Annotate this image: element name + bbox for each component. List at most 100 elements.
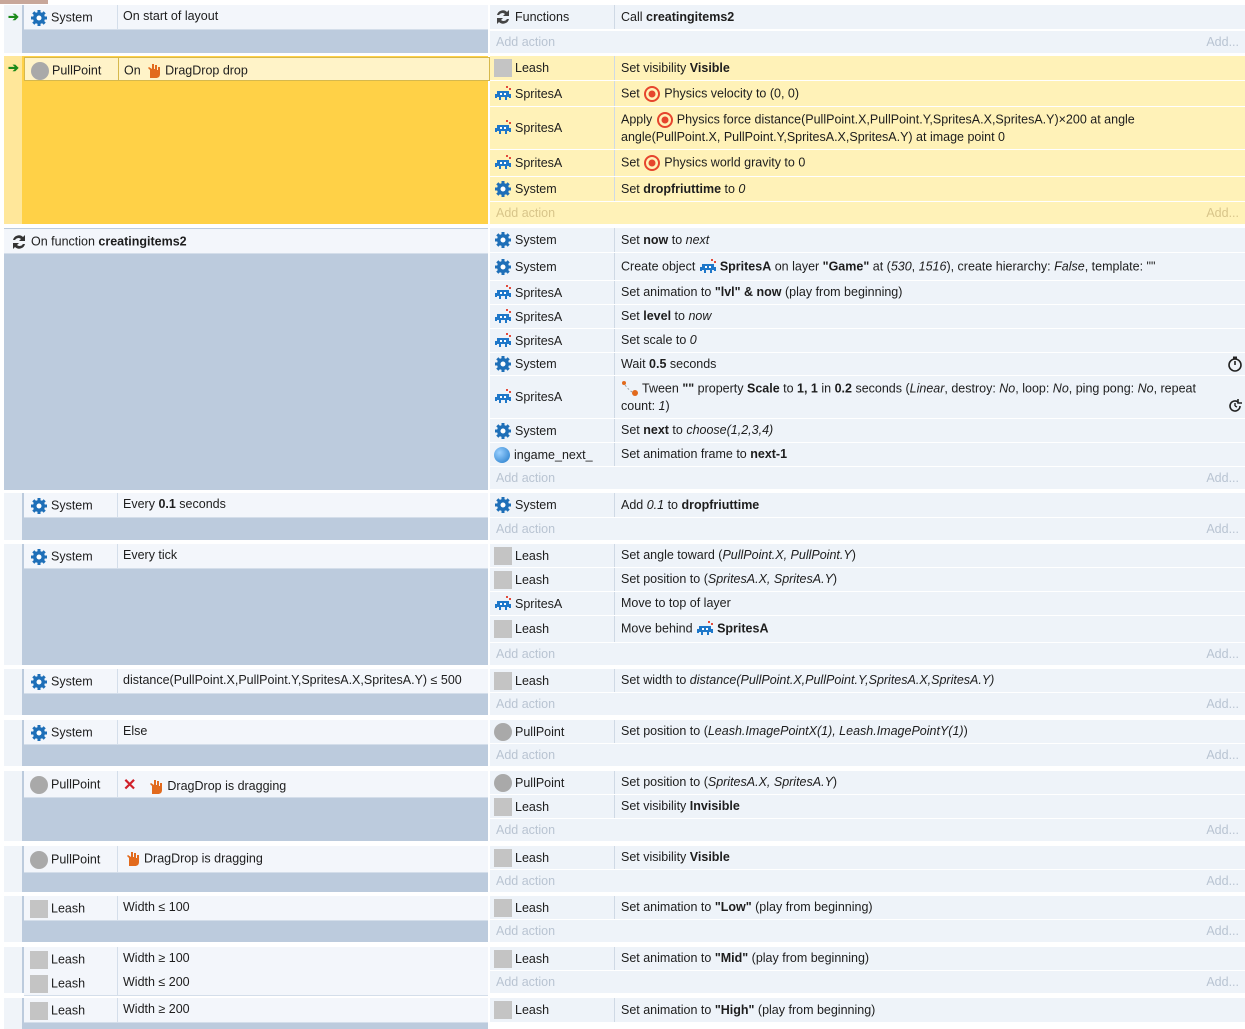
action-row[interactable]: Leash Set angle toward (PullPoint.X, Pul… (490, 544, 1245, 568)
add-link[interactable]: Add... (1206, 647, 1239, 661)
action-row[interactable]: SpritesA Set Physics world gravity to 0 (490, 150, 1245, 177)
add-action-link[interactable]: Add action (496, 647, 555, 661)
action-row[interactable]: System Set next to choose(1,2,3,4) (490, 419, 1245, 443)
action-row[interactable]: System Add 0.1 to dropfriuttime (490, 493, 1245, 518)
add-link[interactable]: Add... (1206, 206, 1239, 220)
event-gutter[interactable] (4, 896, 22, 942)
add-link[interactable]: Add... (1206, 471, 1239, 485)
add-link[interactable]: Add... (1206, 748, 1239, 762)
event-block-else[interactable]: System Else PullPoint Set position to (L… (4, 720, 1245, 766)
add-action-row[interactable]: Add action Add... (490, 202, 1245, 224)
condition-row[interactable]: Leash Width ≤ 200 (24, 971, 488, 996)
event-gutter[interactable] (4, 771, 22, 841)
action-row[interactable]: System Create object SpritesA on layer "… (490, 253, 1245, 281)
action-row[interactable]: Leash Set visibility Visible (490, 56, 1245, 81)
add-action-link[interactable]: Add action (496, 697, 555, 711)
condition-row[interactable]: Leash Width ≥ 200 (24, 998, 488, 1023)
add-action-row[interactable]: Add action Add... (490, 31, 1245, 53)
condition-row[interactable]: System Every tick (24, 544, 488, 569)
action-row[interactable]: SpritesA Set Physics velocity to (0, 0) (490, 81, 1245, 107)
action-object: SpritesA (494, 592, 612, 615)
event-gutter[interactable] (4, 720, 22, 766)
action-row[interactable]: SpritesA Set animation to "lvl" & now (p… (490, 281, 1245, 305)
add-action-link[interactable]: Add action (496, 874, 555, 888)
action-row[interactable]: Functions Call creatingitems2 (490, 5, 1245, 30)
condition-row[interactable]: System Else (24, 720, 488, 745)
add-action-link[interactable]: Add action (496, 823, 555, 837)
condition-row[interactable]: System On start of layout (24, 5, 488, 30)
condition-row[interactable]: PullPoint DragDrop is dragging (24, 846, 488, 873)
add-action-link[interactable]: Add action (496, 924, 555, 938)
event-gutter[interactable] (4, 846, 22, 892)
event-gutter[interactable] (4, 998, 22, 1029)
condition-row[interactable]: PullPoint On DragDrop drop (24, 57, 490, 81)
event-block-width-low[interactable]: Leash Width ≤ 100 Leash Set animation to… (4, 896, 1245, 942)
event-gutter[interactable]: ➔ (4, 56, 22, 224)
add-action-link[interactable]: Add action (496, 206, 555, 220)
condition-row[interactable]: PullPoint ✕ DragDrop is dragging (24, 771, 488, 798)
event-block-not-dragging[interactable]: PullPoint ✕ DragDrop is dragging PullPoin… (4, 771, 1245, 841)
action-row[interactable]: Leash Set width to distance(PullPoint.X,… (490, 669, 1245, 693)
event-block-width-mid[interactable]: Leash Width ≥ 100 Leash Width ≤ 200 Leas… (4, 947, 1245, 996)
action-row[interactable]: SpritesA Set level to now (490, 305, 1245, 329)
action-row[interactable]: SpritesA Move to top of layer (490, 592, 1245, 616)
add-link[interactable]: Add... (1206, 697, 1239, 711)
add-link[interactable]: Add... (1206, 823, 1239, 837)
event-gutter[interactable] (4, 669, 22, 715)
action-row[interactable]: Leash Set visibility Invisible (490, 795, 1245, 819)
condition-row[interactable]: Leash Width ≤ 100 (24, 896, 488, 921)
add-link[interactable]: Add... (1206, 975, 1239, 989)
add-action-row[interactable]: Add action Add... (490, 643, 1245, 665)
action-row[interactable]: Leash Move behind SpritesA (490, 616, 1245, 643)
event-block-start-of-layout[interactable]: ➔ System On start of layout Functions Ca… (4, 5, 1245, 53)
action-row[interactable]: Leash Set animation to "Mid" (play from … (490, 947, 1245, 971)
add-action-row[interactable]: Add action Add... (490, 693, 1245, 715)
action-row[interactable]: PullPoint Set position to (SpritesA.X, S… (490, 771, 1245, 795)
event-block-distance-check[interactable]: System distance(PullPoint.X,PullPoint.Y,… (4, 669, 1245, 715)
add-action-row[interactable]: Add action Add... (490, 467, 1245, 489)
action-row[interactable]: Leash Set visibility Visible (490, 846, 1245, 870)
event-block-every-seconds[interactable]: System Every 0.1 seconds System Add 0.1 … (4, 493, 1245, 540)
function-header-row[interactable]: On function creatingitems2 (4, 229, 488, 254)
add-action-row[interactable]: Add action Add... (490, 744, 1245, 766)
add-link[interactable]: Add... (1206, 874, 1239, 888)
event-block-width-high[interactable]: Leash Width ≥ 200 Leash Set animation to… (4, 998, 1245, 1029)
action-row[interactable]: SpritesA Apply Physics force distance(Pu… (490, 107, 1245, 150)
add-action-row[interactable]: Add action Add... (490, 870, 1245, 892)
action-row[interactable]: ingame_next_ Set animation frame to next… (490, 443, 1245, 467)
add-link[interactable]: Add... (1206, 924, 1239, 938)
event-gutter[interactable] (4, 544, 22, 665)
action-row[interactable]: Leash Set animation to "High" (play from… (490, 998, 1245, 1023)
add-action-row[interactable]: Add action Add... (490, 518, 1245, 540)
add-action-row[interactable]: Add action Add... (490, 819, 1245, 841)
object-name: Leash (515, 548, 550, 563)
event-gutter[interactable] (4, 947, 22, 993)
add-link[interactable]: Add... (1206, 35, 1239, 49)
event-block-function-creatingitems2[interactable]: On function creatingitems2 System Set no… (4, 228, 1245, 490)
action-row[interactable]: SpritesA Set scale to 0 (490, 329, 1245, 353)
condition-row[interactable]: System distance(PullPoint.X,PullPoint.Y,… (24, 669, 488, 694)
action-row[interactable]: System Set now to next (490, 228, 1245, 253)
add-action-link[interactable]: Add action (496, 522, 555, 536)
add-action-link[interactable]: Add action (496, 35, 555, 49)
action-row[interactable]: Leash Set position to (SpritesA.X, Sprit… (490, 568, 1245, 592)
event-block-dragdrop-drop[interactable]: ➔ PullPoint On DragDrop drop Leash Set v… (4, 56, 1245, 224)
condition-row[interactable]: System Every 0.1 seconds (24, 493, 488, 518)
trigger-arrow-icon: ➔ (8, 60, 19, 75)
add-action-row[interactable]: Add action Add... (490, 971, 1245, 993)
action-row[interactable]: PullPoint Set position to (Leash.ImagePo… (490, 720, 1245, 744)
event-block-every-tick[interactable]: System Every tick Leash Set angle toward… (4, 544, 1245, 665)
action-row[interactable]: Leash Set animation to "Low" (play from … (490, 896, 1245, 920)
action-row[interactable]: System Wait 0.5 seconds (490, 353, 1245, 376)
event-gutter[interactable] (4, 493, 22, 540)
event-gutter[interactable]: ➔ (4, 5, 22, 53)
add-action-link[interactable]: Add action (496, 975, 555, 989)
add-action-link[interactable]: Add action (496, 748, 555, 762)
event-block-is-dragging[interactable]: PullPoint DragDrop is dragging Leash Set… (4, 846, 1245, 892)
action-row[interactable]: System Set dropfriuttime to 0 (490, 177, 1245, 202)
add-link[interactable]: Add... (1206, 522, 1239, 536)
action-row[interactable]: SpritesA Tween "" property Scale to 1, 1… (490, 376, 1245, 419)
add-action-row[interactable]: Add action Add... (490, 920, 1245, 942)
condition-row[interactable]: Leash Width ≥ 100 (24, 947, 488, 972)
add-action-link[interactable]: Add action (496, 471, 555, 485)
